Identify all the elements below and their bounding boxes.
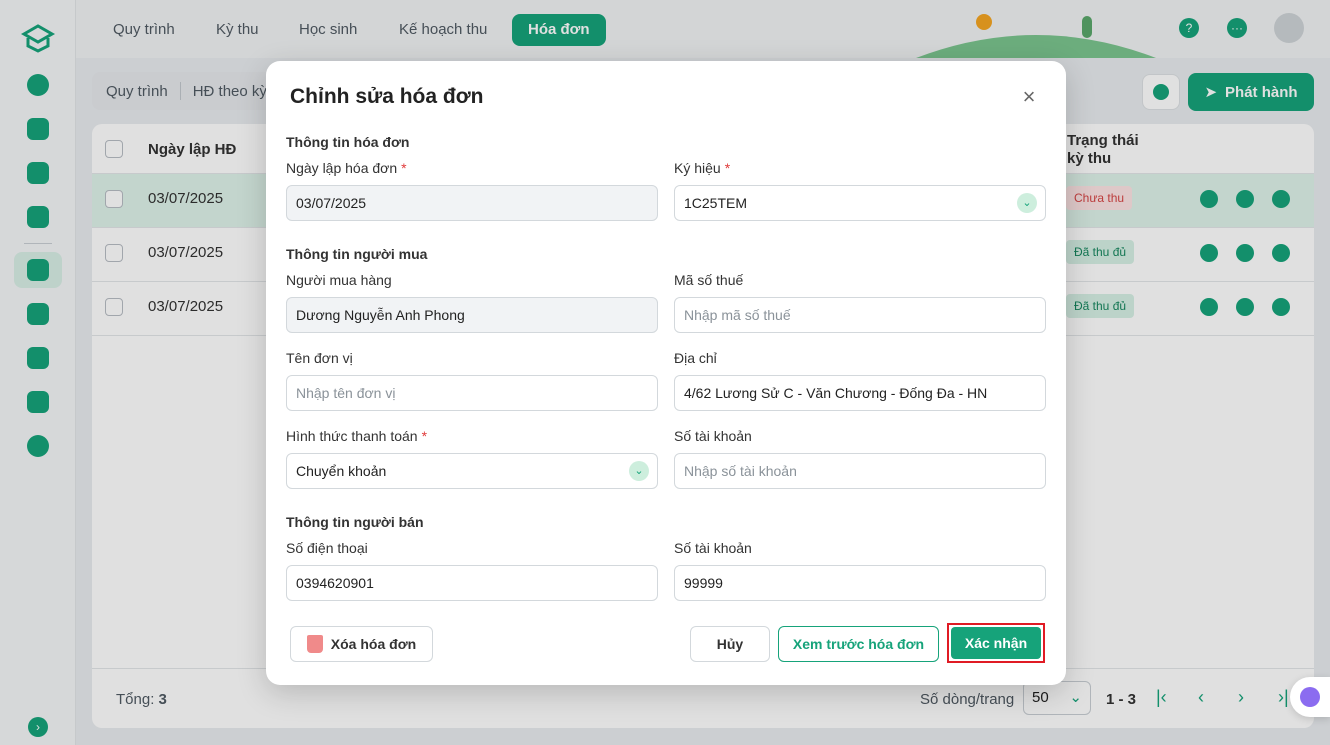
- symbol-label: Ký hiệu *: [674, 160, 731, 176]
- payment-method-select[interactable]: Chuyển khoản ⌄: [286, 453, 658, 489]
- buyer-account-input[interactable]: Nhập số tài khoản: [674, 453, 1046, 489]
- tax-code-input[interactable]: Nhập mã số thuế: [674, 297, 1046, 333]
- unit-name-input[interactable]: Nhập tên đơn vị: [286, 375, 658, 411]
- confirm-highlight: Xác nhận: [947, 623, 1045, 663]
- seller-account-label: Số tài khoản: [674, 540, 752, 556]
- dialog-title: Chỉnh sửa hóa đơn: [290, 85, 484, 108]
- address-label: Địa chỉ: [674, 350, 717, 366]
- buyer-name-label: Người mua hàng: [286, 272, 392, 288]
- seller-account-input[interactable]: 99999: [674, 565, 1046, 601]
- preview-invoice-button[interactable]: Xem trước hóa đơn: [778, 626, 939, 662]
- edit-invoice-dialog: Chỉnh sửa hóa đơn × Thông tin hóa đơn Ng…: [266, 61, 1066, 685]
- payment-method-value: Chuyển khoản: [296, 463, 387, 479]
- delete-label: Xóa hóa đơn: [330, 636, 417, 652]
- brain-icon: [1300, 687, 1320, 707]
- close-icon[interactable]: ×: [1018, 86, 1040, 109]
- tax-code-label: Mã số thuế: [674, 272, 744, 288]
- chevron-down-icon: ⌄: [1017, 193, 1037, 213]
- assistant-widget[interactable]: [1290, 677, 1330, 717]
- invoice-date-field[interactable]: 03/07/2025: [286, 185, 658, 221]
- chevron-down-icon: ⌄: [629, 461, 649, 481]
- seller-phone-label: Số điện thoại: [286, 540, 368, 556]
- section-buyer-info: Thông tin người mua: [286, 246, 428, 262]
- buyer-name-field[interactable]: Dương Nguyễn Anh Phong: [286, 297, 658, 333]
- symbol-value: 1C25TEM: [684, 195, 748, 211]
- unit-name-label: Tên đơn vị: [286, 350, 353, 366]
- delete-invoice-button[interactable]: Xóa hóa đơn: [290, 626, 433, 662]
- buyer-account-label: Số tài khoản: [674, 428, 752, 444]
- confirm-button[interactable]: Xác nhận: [951, 627, 1041, 659]
- seller-phone-input[interactable]: 0394620901: [286, 565, 658, 601]
- payment-method-label: Hình thức thanh toán *: [286, 428, 428, 444]
- section-seller-info: Thông tin người bán: [286, 514, 424, 530]
- address-input[interactable]: 4/62 Lương Sử C - Văn Chương - Đống Đa -…: [674, 375, 1046, 411]
- cancel-button[interactable]: Hủy: [690, 626, 770, 662]
- section-invoice-info: Thông tin hóa đơn: [286, 134, 410, 150]
- trash-icon: [306, 635, 323, 653]
- symbol-select[interactable]: 1C25TEM ⌄: [674, 185, 1046, 221]
- invoice-date-label: Ngày lập hóa đơn *: [286, 160, 407, 176]
